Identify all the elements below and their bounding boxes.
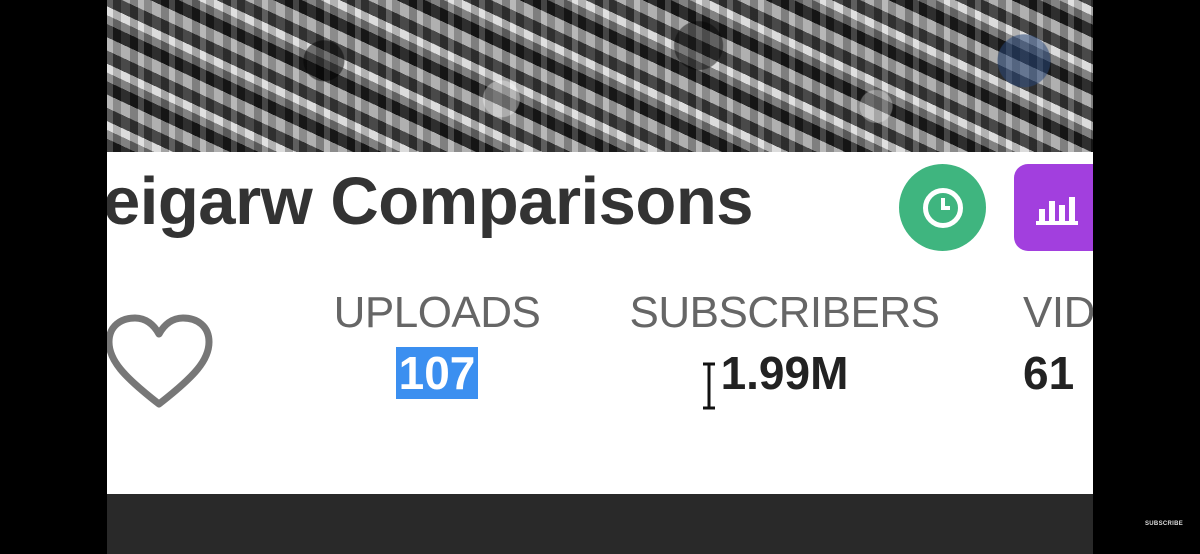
subscribe-watermark: SUBSCRIBE — [1145, 521, 1184, 527]
videos-stat: VID 61 — [1023, 288, 1093, 400]
clock-badge-button[interactable] — [899, 164, 986, 251]
footer-bar — [107, 494, 1093, 554]
channel-title: eigarw Comparisons — [107, 164, 754, 239]
subscribers-stat: SUBSCRIBERS 1.99M — [622, 288, 947, 400]
videos-value: 61 — [1023, 347, 1075, 399]
text-cursor-icon — [703, 362, 715, 410]
channel-banner — [107, 0, 1093, 152]
channel-card: eigarw Comparisons UPLOADS 107 SUBSCRIBE… — [107, 0, 1093, 554]
subscribers-value[interactable]: 1.99M — [622, 346, 947, 400]
clock-icon — [922, 187, 963, 228]
uploads-value[interactable]: 107 — [395, 347, 479, 399]
heart-icon[interactable] — [107, 312, 215, 412]
videos-label: VID — [1023, 288, 1093, 337]
subscribers-label: SUBSCRIBERS — [629, 288, 940, 337]
stats-badge-button[interactable] — [1014, 164, 1093, 251]
uploads-stat: UPLOADS 107 — [327, 288, 547, 400]
bar-chart-icon — [1036, 191, 1078, 225]
uploads-label: UPLOADS — [333, 288, 541, 337]
